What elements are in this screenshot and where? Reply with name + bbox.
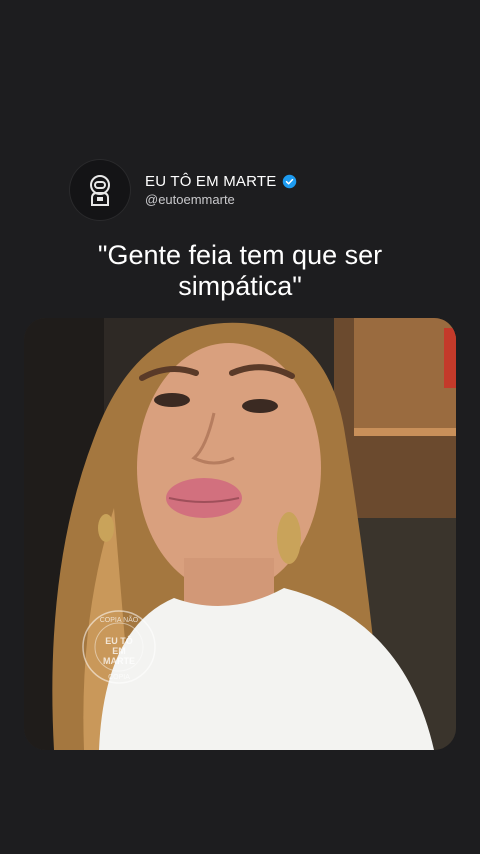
verified-badge-icon — [283, 174, 297, 189]
svg-text:COPIA NÃO: COPIA NÃO — [100, 615, 139, 624]
post-header: EU TÔ EM MARTE @eutoemmarte — [70, 160, 297, 220]
svg-text:MARTE: MARTE — [103, 656, 135, 666]
post-video-frame[interactable]: COPIA NÃO EU TÔ EM MARTE COPIA — [24, 318, 456, 750]
quote-line-1: "Gente feia tem que ser — [97, 240, 383, 270]
profile-handle[interactable]: @eutoemmarte — [145, 192, 297, 207]
astronaut-icon — [90, 175, 110, 206]
svg-text:COPIA: COPIA — [108, 674, 130, 681]
watermark-seal: COPIA NÃO EU TÔ EM MARTE COPIA — [82, 610, 156, 684]
svg-text:EM: EM — [112, 646, 126, 656]
quote-line-2: simpática" — [178, 271, 302, 301]
profile-avatar[interactable] — [70, 160, 130, 220]
post-quote: "Gente feia tem que ser simpática" — [0, 240, 480, 302]
profile-display-name[interactable]: EU TÔ EM MARTE — [145, 173, 276, 190]
svg-text:EU TÔ: EU TÔ — [105, 635, 133, 646]
